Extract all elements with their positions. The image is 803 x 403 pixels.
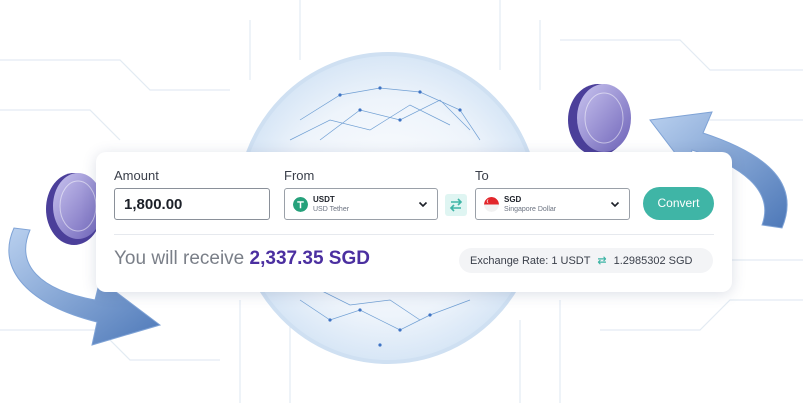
receive-prefix: You will receive [114, 248, 245, 269]
chevron-down-icon [610, 201, 620, 208]
rate-to: 1.2985302 SGD [613, 255, 693, 267]
from-currency-select[interactable]: USDT USD Tether [284, 188, 438, 220]
from-label: From [284, 168, 315, 183]
exchange-rate-badge: Exchange Rate: 1 USDT ⇄ 1.2985302 SGD [459, 248, 713, 273]
from-currency-name: USD Tether [313, 206, 350, 213]
amount-input[interactable]: 1,800.00 [114, 188, 270, 220]
rate-label: Exchange Rate: [470, 255, 549, 267]
to-currency-name: Singapore Dollar [504, 206, 557, 213]
receive-amount: 2,337.35 SGD [249, 248, 370, 269]
converter-card: Amount 1,800.00 From USDT USD Tether To [96, 152, 732, 292]
tether-icon [293, 197, 308, 212]
swap-arrows-icon [449, 198, 463, 212]
amount-label: Amount [114, 168, 159, 183]
convert-button[interactable]: Convert [643, 187, 714, 220]
divider [114, 234, 714, 235]
receive-summary: You will receive 2,337.35 SGD [114, 248, 370, 270]
singapore-flag-icon [484, 197, 499, 212]
to-currency-code: SGD [504, 195, 522, 204]
swap-arrows-icon: ⇄ [597, 255, 607, 267]
from-currency-code: USDT [313, 195, 335, 204]
chevron-down-icon [418, 201, 428, 208]
rate-from: 1 USDT [551, 255, 591, 267]
to-currency-select[interactable]: SGD Singapore Dollar [475, 188, 630, 220]
swap-currencies-button[interactable] [445, 194, 467, 216]
to-label: To [475, 168, 489, 183]
